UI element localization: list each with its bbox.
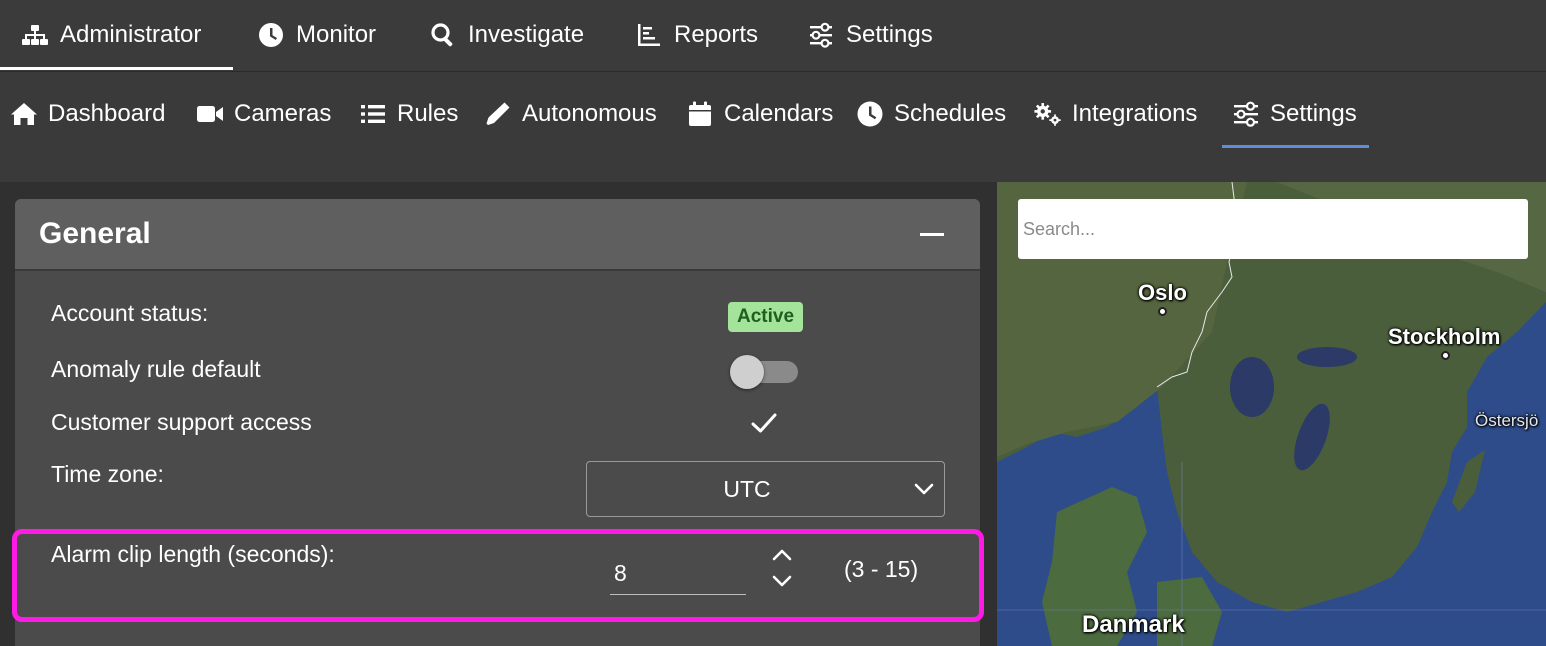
sliders-icon: [1234, 101, 1258, 127]
top-nav-administrator[interactable]: Administrator: [22, 0, 201, 70]
general-card-title: General: [39, 217, 151, 250]
bar-chart-icon: [638, 24, 660, 46]
top-nav-reports-label: Reports: [674, 21, 759, 48]
general-card-header[interactable]: General: [15, 199, 980, 271]
sub-nav-rules-label: Rules: [397, 100, 459, 127]
sub-nav-integrations-label: Integrations: [1072, 100, 1198, 127]
settings-pane: General Account status: Active Anomaly r…: [0, 182, 997, 646]
chevron-down-icon: [914, 483, 934, 495]
time-zone-label: Time zone:: [51, 461, 164, 487]
map-label-oslo: Oslo: [1138, 280, 1187, 305]
map-search-input[interactable]: [1018, 199, 1528, 259]
sliders-icon: [810, 22, 832, 48]
general-card: General Account status: Active Anomaly r…: [15, 199, 980, 646]
top-nav-investigate-label: Investigate: [468, 21, 585, 48]
map-label-danmark: Danmark: [1082, 611, 1185, 638]
sub-nav-cameras-label: Cameras: [234, 100, 332, 127]
sub-nav-active-indicator: [1222, 145, 1369, 148]
search-icon: [431, 23, 453, 47]
check-icon[interactable]: [750, 409, 778, 437]
top-nav-settings[interactable]: Settings: [808, 0, 933, 70]
sub-nav-dashboard[interactable]: Dashboard: [10, 72, 165, 156]
video-camera-icon: [197, 106, 223, 122]
city-marker-oslo: [1158, 307, 1167, 316]
calendar-icon: [689, 101, 711, 126]
city-marker-stockholm: [1441, 351, 1450, 360]
sub-nav-settings-label: Settings: [1270, 100, 1357, 127]
sub-nav-settings[interactable]: Settings: [1232, 72, 1357, 156]
sub-nav-schedules[interactable]: Schedules: [856, 72, 1006, 156]
top-nav-monitor[interactable]: Monitor: [258, 0, 376, 70]
clock-icon: [857, 101, 883, 127]
map-view[interactable]: Oslo Stockholm Östersjö Danmark: [997, 182, 1546, 646]
org-chart-icon: [22, 25, 48, 45]
sub-nav-autonomous[interactable]: Autonomous: [484, 72, 657, 156]
account-status-badge: Active: [728, 302, 804, 332]
sub-nav-rules[interactable]: Rules: [359, 72, 458, 156]
top-nav-reports[interactable]: Reports: [636, 0, 758, 70]
map-label-stockholm: Stockholm: [1388, 324, 1501, 349]
customer-support-label: Customer support access: [51, 409, 312, 435]
cogs-icon: [1034, 103, 1061, 126]
sub-nav-dashboard-label: Dashboard: [48, 100, 166, 127]
alarm-clip-label: Alarm clip length (seconds):: [51, 541, 335, 567]
top-nav-investigate[interactable]: Investigate: [430, 0, 584, 70]
top-nav-monitor-label: Monitor: [296, 21, 377, 48]
sub-nav: Dashboard Cameras Rules Autonomous Calen…: [0, 72, 1546, 182]
sub-nav-schedules-label: Schedules: [894, 100, 1007, 127]
collapse-icon[interactable]: [918, 221, 946, 249]
account-status-label: Account status:: [51, 300, 209, 326]
app-root: Administrator Monitor Investigate Report…: [0, 0, 1546, 646]
anomaly-rule-label: Anomaly rule default: [51, 356, 261, 382]
top-nav-administrator-label: Administrator: [60, 21, 202, 48]
time-zone-value: UTC: [723, 476, 771, 502]
pencil-icon: [486, 102, 510, 125]
sub-nav-cameras[interactable]: Cameras: [196, 72, 331, 156]
sub-nav-calendars[interactable]: Calendars: [686, 72, 833, 156]
toggle-knob: [730, 355, 764, 389]
sub-nav-calendars-label: Calendars: [724, 100, 834, 127]
clock-icon: [259, 23, 283, 47]
list-icon: [361, 105, 385, 123]
sub-nav-integrations[interactable]: Integrations: [1034, 72, 1197, 156]
sub-nav-autonomous-label: Autonomous: [522, 100, 657, 127]
home-icon: [11, 103, 37, 125]
alarm-clip-input[interactable]: 8: [610, 551, 746, 595]
top-nav-active-indicator: [0, 67, 233, 70]
alarm-clip-range: (3 - 15): [844, 556, 919, 582]
chevron-down-icon[interactable]: [770, 571, 794, 591]
chevron-up-icon[interactable]: [770, 545, 794, 565]
time-zone-select[interactable]: UTC: [586, 461, 945, 517]
map-label-ostersjon: Östersjö: [1475, 411, 1539, 430]
anomaly-rule-toggle[interactable]: [728, 354, 798, 390]
top-nav: Administrator Monitor Investigate Report…: [0, 0, 1546, 72]
top-nav-settings-label: Settings: [846, 21, 933, 48]
